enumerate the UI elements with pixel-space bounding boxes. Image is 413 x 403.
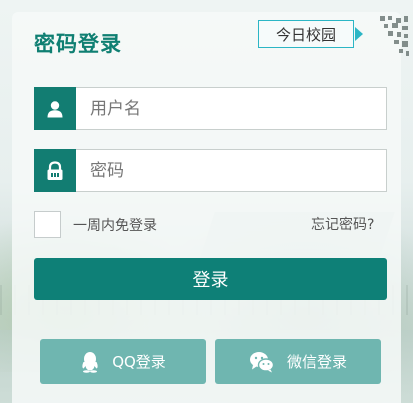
lock-icon <box>34 149 76 192</box>
remember-checkbox[interactable] <box>34 211 61 238</box>
qr-code-icon[interactable] <box>366 14 410 58</box>
username-input[interactable] <box>76 87 387 130</box>
wechat-icon <box>249 351 275 373</box>
wechat-login-label: 微信登录 <box>286 353 347 371</box>
user-icon <box>34 87 76 130</box>
remember-me[interactable]: 一周内免登录 <box>34 211 157 238</box>
username-field <box>34 87 387 130</box>
remember-label: 一周内免登录 <box>73 217 157 234</box>
password-input[interactable] <box>76 149 387 192</box>
qq-login-label: QQ登录 <box>112 353 166 371</box>
qq-icon <box>80 351 100 373</box>
arrow-right-icon <box>355 27 363 41</box>
page-title: 密码登录 <box>34 32 122 56</box>
qq-login-button[interactable]: QQ登录 <box>40 339 206 384</box>
password-field <box>34 149 387 192</box>
campus-tag[interactable]: 今日校园 <box>258 20 354 48</box>
login-button[interactable]: 登录 <box>34 258 387 300</box>
wechat-login-button[interactable]: 微信登录 <box>215 339 381 384</box>
forgot-password-link[interactable]: 忘记密码? <box>311 214 374 234</box>
